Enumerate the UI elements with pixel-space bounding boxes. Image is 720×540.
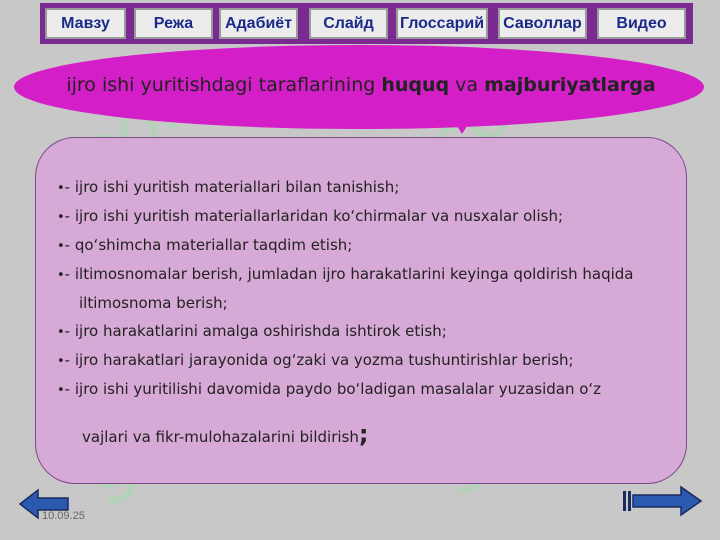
list-item: •- ijro ishi yuritish materiallarlaridan… (57, 207, 564, 225)
end-bar-icon (623, 491, 626, 511)
nav-button-reja[interactable]: Режа (134, 8, 213, 39)
nav-button-savollar[interactable]: Саволлар (498, 8, 587, 39)
list-item: •- ijro ishi yuritish materiallari bilan… (57, 178, 400, 196)
title-callout-pointer (452, 118, 472, 134)
list-item: •- ijro harakatlari jarayonida og‘zaki v… (57, 351, 574, 369)
nav-button-glossariy[interactable]: Глоссарий (396, 8, 488, 39)
list-item: •- ijro ishi yuritilishi davomida paydo … (57, 380, 602, 398)
nav-button-mavzu[interactable]: Мавзу (45, 8, 126, 39)
end-bar-icon (628, 491, 631, 511)
list-item-continuation: vajlari va fikr-mulohazalarini bildirish… (82, 420, 369, 448)
nav-button-slayd[interactable]: Слайд (309, 8, 388, 39)
list-item-continuation: iltimosnoma berish; (79, 294, 228, 312)
top-navigation-bar: Мавзу Режа Адабиёт Слайд Глоссарий Савол… (40, 3, 693, 44)
slide-title: ijro ishi yuritishdagi taraflarining huq… (66, 74, 656, 96)
list-item: •- ijro harakatlarini amalga oshirishda … (57, 322, 447, 340)
nav-button-video[interactable]: Видео (597, 8, 686, 39)
nav-button-adabiyot[interactable]: Адабиёт (219, 8, 298, 39)
list-item: •- iltimosnomalar berish, jumladan ijro … (57, 265, 634, 283)
list-item: •- qo‘shimcha materiallar taqdim etish; (57, 236, 353, 254)
right-arrow-icon (632, 485, 703, 517)
slide-date: 10.09.25 (42, 510, 85, 522)
next-slide-button[interactable] (623, 485, 703, 517)
